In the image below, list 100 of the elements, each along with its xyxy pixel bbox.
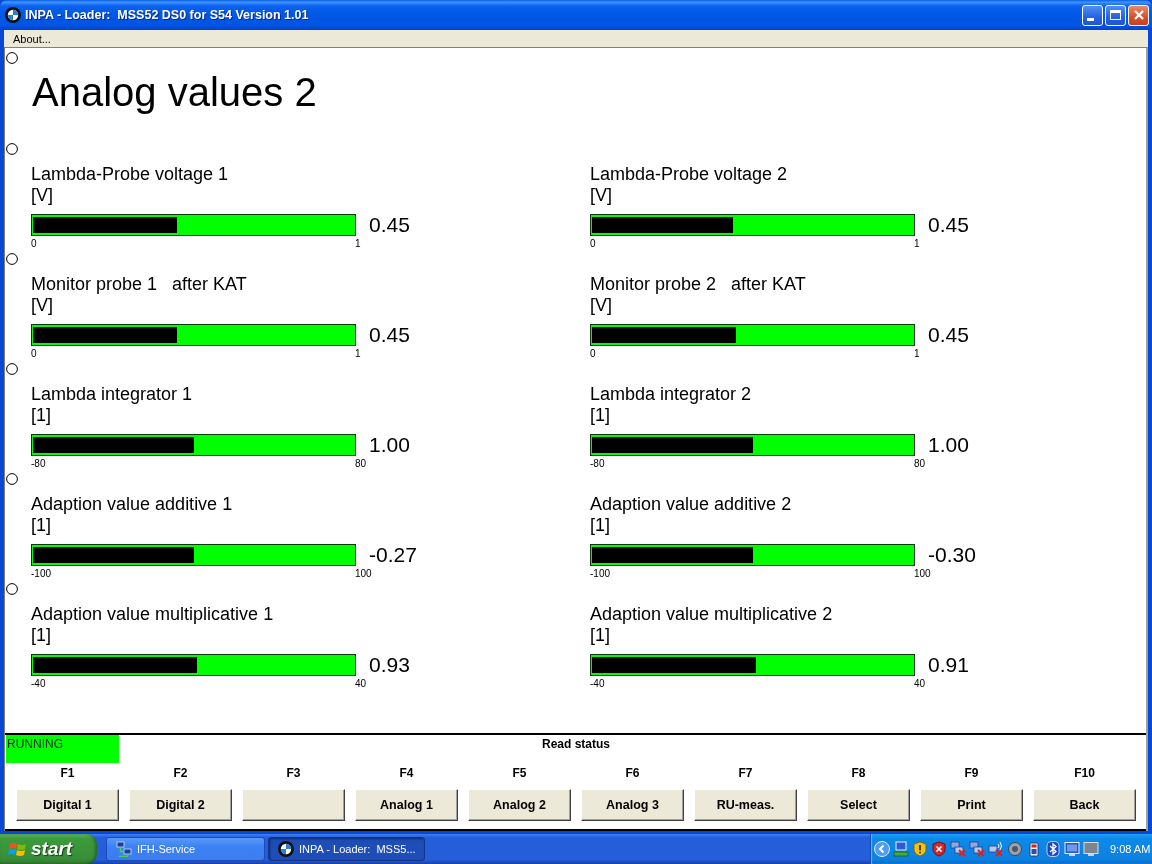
unit-label: [1] [31,404,51,426]
gauge-reading: 1.00 [369,434,410,456]
function-key-label: F2 [173,765,188,781]
speaker-icon[interactable] [1007,841,1023,857]
function-button[interactable]: RU-meas. [694,789,797,821]
menu-item[interactable]: About... [9,32,55,45]
gauge-label: Lambda integrator 1 [31,384,193,404]
function-button[interactable]: Analog 2 [468,789,571,821]
scale-max-label: 100 [914,568,931,580]
page-heading: Analog values 2 [32,69,317,115]
maximize-icon [1110,10,1121,20]
network-disconnected-icon[interactable] [969,841,985,857]
gauge-label: Monitor probe 1 after KAT [31,274,247,294]
gauge-reading: 1.00 [928,434,969,456]
taskbar-button[interactable]: IFH-Service [106,837,265,861]
unit-label: [V] [31,294,53,316]
scale-max-label: 40 [914,678,926,690]
scale-max-label: 80 [355,458,367,470]
function-key-label: F8 [851,765,866,781]
function-key-label: F10 [1074,765,1095,781]
scale-min-label: -80 [590,458,605,470]
function-button[interactable]: Digital 2 [129,789,232,821]
unit-label: [1] [31,514,51,536]
gauge-label: Lambda integrator 2 [590,384,752,404]
function-button[interactable]: Analog 1 [355,789,458,821]
flag-icon [8,841,26,857]
unit-label: [1] [590,624,610,646]
scale-min-label: -40 [590,678,605,690]
network-computers-icon [116,841,132,857]
gauge-reading: 0.45 [369,324,410,346]
maximize-button[interactable] [1105,4,1126,26]
scale-max-label: 1 [914,238,920,250]
scale-max-label: 80 [914,458,926,470]
monitor-icon[interactable] [1083,841,1099,857]
function-key-label: F5 [512,765,527,781]
chevron-left-icon[interactable] [874,841,890,857]
gauge-reading: -0.27 [369,544,417,566]
gauge-label: Adaption value additive 2 [590,494,792,514]
unit-label: [V] [31,184,53,206]
status-indicator: RUNNING [6,735,119,763]
gauge-label: Monitor probe 2 after KAT [590,274,806,294]
unit-label: [1] [590,404,610,426]
start-button[interactable]: start [0,834,97,864]
monitor-icon[interactable] [1064,841,1080,857]
gauge-reading: 0.91 [928,654,969,676]
gauge-reading: -0.30 [928,544,976,566]
taskbar-button[interactable]: INPA - Loader: MSS5... [268,837,425,861]
scale-min-label: 0 [590,238,596,250]
scale-max-label: 1 [914,348,920,360]
gauge-reading: 0.45 [928,214,969,236]
minimize-button[interactable] [1082,4,1103,26]
scale-min-label: -100 [590,568,610,580]
gauge-label: Adaption value multiplicative 2 [590,604,833,624]
gauge-reading: 0.45 [928,324,969,346]
bluetooth-icon[interactable] [1045,841,1061,857]
quartered-circle-icon [278,841,294,857]
scale-min-label: -100 [31,568,51,580]
scale-max-label: 40 [355,678,367,690]
gauge-label: Lambda-Probe voltage 1 [31,164,229,184]
close-button[interactable] [1128,4,1149,26]
unit-label: [1] [590,514,610,536]
close-icon [1133,10,1144,20]
wireless-disconnected-icon[interactable] [988,841,1004,857]
scale-min-label: -40 [31,678,46,690]
computer-icon[interactable] [893,841,909,857]
scale-min-label: 0 [590,348,596,360]
gauge-reading: 0.93 [369,654,410,676]
network-disconnected-icon[interactable] [950,841,966,857]
function-key-label: F9 [964,765,979,781]
unit-label: [V] [590,294,612,316]
function-key-label: F6 [625,765,640,781]
scale-max-label: 1 [355,238,361,250]
gauge-reading: 0.45 [369,214,410,236]
clock: 9:08 AM [1110,843,1151,855]
scale-min-label: -80 [31,458,46,470]
status-message: Read status [542,737,610,751]
function-key-label: F1 [60,765,75,781]
scale-min-label: 0 [31,238,37,250]
scale-min-label: 0 [31,348,37,360]
warning-shield-icon[interactable] [912,841,928,857]
function-button[interactable]: Back [1033,789,1136,821]
scale-max-label: 100 [355,568,372,580]
device-icon[interactable] [1026,841,1042,857]
function-key-label: F7 [738,765,753,781]
function-button[interactable]: Analog 3 [581,789,684,821]
function-key-label: F3 [286,765,301,781]
scale-max-label: 1 [355,348,361,360]
shield-x-icon[interactable] [931,841,947,857]
function-button[interactable]: Print [920,789,1023,821]
function-button[interactable]: Select [807,789,910,821]
gauge-label: Adaption value multiplicative 1 [31,604,274,624]
function-button[interactable]: Digital 1 [16,789,119,821]
window-title: INPA - Loader: MSS52 DS0 for S54 Version 1.01 [25,8,309,22]
quartered-circle-icon [5,7,21,23]
unit-label: [1] [31,624,51,646]
function-key-label: F4 [399,765,414,781]
function-button[interactable] [242,789,345,821]
gauge-label: Adaption value additive 1 [31,494,233,514]
minimize-icon [1087,17,1094,21]
unit-label: [V] [590,184,612,206]
